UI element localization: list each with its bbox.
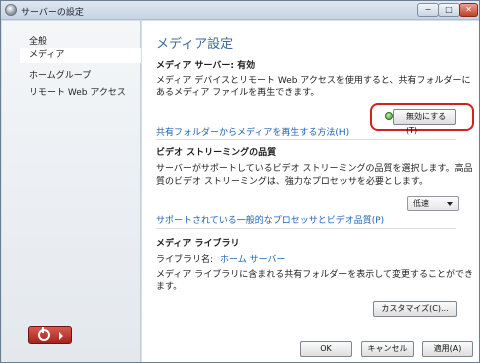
media-library-description-line2: ます。: [156, 282, 183, 292]
settings-window: サーバーの設定 − □ ✕ 全般 メディア ホームグループ リモート Web ア…: [0, 0, 480, 363]
settings-sidebar: 全般 メディア ホームグループ リモート Web アクセス: [2, 21, 141, 362]
window-title: サーバーの設定: [21, 8, 84, 18]
video-streaming-heading: ビデオ ストリーミングの品質: [156, 148, 277, 158]
media-server-heading: メディア サーバー: 有効: [156, 61, 256, 71]
chevron-down-icon: [447, 202, 453, 206]
media-library-heading: メディア ライブラリ: [156, 239, 240, 249]
sidebar-item-general[interactable]: 全般: [29, 34, 47, 47]
media-settings-panel: メディア設定 メディア サーバー: 有効 メディア デバイスとリモート Web …: [142, 21, 479, 362]
sidebar-item-remote-web-access[interactable]: リモート Web アクセス: [29, 85, 126, 98]
customize-button[interactable]: カスタマイズ(C)...: [373, 301, 457, 317]
media-library-description-line1: メディア ライブラリに含まれる共有フォルダーを表示して変更することができ: [156, 270, 473, 280]
page-title: メディア設定: [156, 37, 234, 52]
disable-media-server-button[interactable]: 無効にする(T): [393, 109, 456, 135]
sidebar-item-homegroup[interactable]: ホームグループ: [29, 68, 91, 81]
server-app-icon: [5, 4, 17, 16]
video-streaming-description-line1: サーバーがサポートしているビデオ ストリーミングの品質を選択します。高品: [156, 164, 473, 174]
title-bar[interactable]: サーバーの設定 − □ ✕: [1, 1, 479, 20]
streaming-quality-value: 低速: [413, 199, 429, 208]
sidebar-item-media[interactable]: メディア: [20, 48, 141, 63]
apply-button[interactable]: 適用(A): [422, 341, 473, 357]
library-name-value: ホーム サーバー: [220, 255, 286, 265]
close-button[interactable]: ✕: [459, 3, 478, 17]
play-media-help-link[interactable]: 共有フォルダーからメディアを再生する方法(H): [156, 125, 349, 138]
video-streaming-description-line2: 質のビデオ ストリーミングは、強力なプロセッサを必要とします。: [156, 177, 428, 187]
cancel-button[interactable]: キャンセル: [361, 341, 414, 357]
supported-processors-link[interactable]: サポートされている一般的なプロセッサとビデオ品質(P): [156, 213, 384, 226]
section-divider: [156, 139, 456, 140]
streaming-quality-select[interactable]: 低速: [407, 196, 459, 211]
media-server-description-line2: あるメディア ファイルを再生できます。: [156, 88, 320, 98]
status-enabled-icon: [385, 112, 393, 120]
minimize-button[interactable]: −: [417, 3, 439, 17]
power-button[interactable]: [28, 326, 72, 344]
ok-button[interactable]: OK: [300, 341, 352, 357]
arrow-right-icon: [59, 332, 63, 340]
library-name-label: ライブラリ名:: [156, 255, 214, 265]
section-divider: [156, 228, 456, 229]
maximize-button[interactable]: □: [438, 3, 460, 17]
power-icon: [38, 327, 50, 341]
